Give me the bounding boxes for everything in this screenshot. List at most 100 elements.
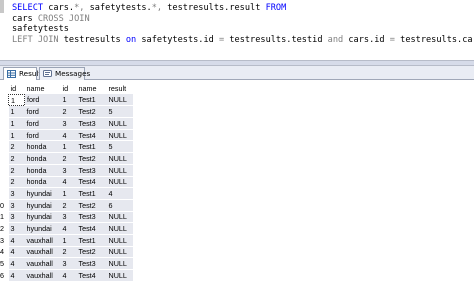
cell-result[interactable]: 5	[106, 140, 133, 154]
row-number[interactable]	[0, 152, 9, 165]
cell-name[interactable]: honda	[24, 176, 61, 189]
cell-test-name[interactable]: Test4	[76, 222, 107, 235]
results-grid[interactable]: id name id name result 1 ford 1 Test1 NULL 1 f…	[0, 80, 474, 282]
row-number[interactable]: 1	[0, 211, 9, 224]
row-number[interactable]	[0, 164, 9, 177]
cell-test-id[interactable]: 2	[60, 105, 77, 119]
cell-test-name[interactable]: Test3	[76, 211, 107, 224]
cell-test-name[interactable]: Test4	[76, 176, 107, 189]
cell-result[interactable]: NULL	[106, 234, 133, 247]
cell-name[interactable]: honda	[24, 164, 61, 177]
cell-test-name[interactable]: Test1	[76, 140, 107, 154]
cell-result[interactable]: NULL	[106, 176, 133, 189]
column-header-name[interactable]: name	[24, 83, 61, 95]
cell-result[interactable]: NULL	[106, 117, 133, 130]
cell-result[interactable]: NULL	[106, 211, 133, 224]
cell-test-name[interactable]: Test3	[76, 164, 107, 177]
cell-test-name[interactable]: Test4	[76, 269, 107, 282]
cell-result[interactable]: NULL	[106, 164, 133, 177]
cell-test-id[interactable]: 3	[60, 164, 77, 177]
cell-id[interactable]: 4	[8, 234, 25, 247]
tab-messages[interactable]: Messages	[39, 67, 90, 80]
row-number[interactable]	[0, 129, 9, 142]
cell-test-id[interactable]: 4	[60, 176, 77, 189]
cell-result[interactable]: 6	[106, 199, 133, 212]
table-row[interactable]: 0 3 hyundai 2 Test2 6	[0, 199, 133, 212]
cell-name[interactable]: ford	[24, 129, 61, 142]
table-row[interactable]: 2 honda 2 Test2 NULL	[0, 152, 133, 165]
row-number[interactable]	[0, 94, 9, 107]
row-number[interactable]: 2	[0, 222, 9, 235]
column-header-result[interactable]: result	[106, 83, 133, 95]
table-row[interactable]: 6 4 vauxhall 4 Test4 NULL	[0, 269, 133, 282]
cell-name[interactable]: honda	[24, 152, 61, 165]
cell-name[interactable]: vauxhall	[24, 257, 61, 270]
cell-id[interactable]: 1	[8, 93, 25, 107]
table-row[interactable]: 5 4 vauxhall 3 Test3 NULL	[0, 257, 133, 270]
cell-result[interactable]: NULL	[106, 222, 133, 235]
cell-test-id[interactable]: 3	[60, 211, 77, 224]
row-number[interactable]	[0, 176, 9, 189]
cell-test-name[interactable]: Test4	[76, 129, 107, 142]
cell-name[interactable]: hyundai	[24, 222, 61, 235]
cell-name[interactable]: vauxhall	[24, 269, 61, 282]
row-number[interactable]	[0, 105, 9, 119]
table-row[interactable]: 1 3 hyundai 3 Test3 NULL	[0, 211, 133, 224]
cell-name[interactable]: vauxhall	[24, 234, 61, 247]
table-row[interactable]: 3 hyundai 1 Test1 4	[0, 187, 133, 200]
cell-test-id[interactable]: 1	[60, 140, 77, 154]
cell-id[interactable]: 3	[8, 199, 25, 212]
tab-results[interactable]: Results	[3, 67, 45, 81]
row-number[interactable]: 4	[0, 246, 9, 259]
row-number[interactable]: 6	[0, 269, 9, 282]
cell-id[interactable]: 2	[8, 164, 25, 177]
cell-name[interactable]: honda	[24, 140, 61, 154]
cell-id[interactable]: 1	[8, 105, 25, 119]
cell-test-name[interactable]: Test3	[76, 257, 107, 270]
cell-name[interactable]: ford	[24, 117, 61, 130]
cell-name[interactable]: vauxhall	[24, 246, 61, 259]
cell-result[interactable]: NULL	[106, 246, 133, 259]
cell-name[interactable]: hyundai	[24, 211, 61, 224]
cell-test-id[interactable]: 4	[60, 129, 77, 142]
row-number[interactable]: 0	[0, 199, 9, 212]
cell-id[interactable]: 2	[8, 152, 25, 165]
row-number[interactable]	[0, 140, 9, 154]
cell-test-name[interactable]: Test1	[76, 234, 107, 247]
cell-id[interactable]: 1	[8, 129, 25, 142]
table-row[interactable]: 2 honda 4 Test4 NULL	[0, 176, 133, 189]
cell-test-name[interactable]: Test1	[76, 187, 107, 200]
cell-result[interactable]: 4	[106, 187, 133, 200]
cell-test-name[interactable]: Test1	[76, 94, 107, 107]
cell-id[interactable]: 3	[8, 211, 25, 224]
cell-test-name[interactable]: Test2	[76, 246, 107, 259]
column-header-name[interactable]: name	[76, 83, 107, 95]
cell-test-id[interactable]: 3	[60, 257, 77, 270]
cell-id[interactable]: 1	[8, 117, 25, 130]
cell-test-id[interactable]: 2	[60, 152, 77, 165]
cell-test-id[interactable]: 2	[60, 246, 77, 259]
cell-name[interactable]: ford	[24, 105, 61, 119]
row-number[interactable]: 5	[0, 257, 9, 270]
cell-name[interactable]: hyundai	[24, 199, 61, 212]
cell-result[interactable]: NULL	[106, 257, 133, 270]
table-row[interactable]: 1 ford 2 Test2 5	[0, 105, 133, 119]
cell-result[interactable]: NULL	[106, 269, 133, 282]
table-row[interactable]: 3 4 vauxhall 1 Test1 NULL	[0, 234, 133, 247]
cell-test-id[interactable]: 1	[60, 234, 77, 247]
table-row[interactable]: 2 3 hyundai 4 Test4 NULL	[0, 222, 133, 235]
cell-result[interactable]: NULL	[106, 94, 133, 107]
row-number[interactable]: 3	[0, 234, 9, 247]
cell-name[interactable]: ford	[24, 94, 61, 107]
cell-test-name[interactable]: Test2	[76, 105, 107, 119]
cell-id[interactable]: 3	[8, 222, 25, 235]
table-row[interactable]: 2 honda 1 Test1 5	[0, 140, 133, 154]
cell-result[interactable]: 5	[106, 105, 133, 119]
cell-test-id[interactable]: 4	[60, 222, 77, 235]
table-row[interactable]: 2 honda 3 Test3 NULL	[0, 164, 133, 177]
cell-test-id[interactable]: 4	[60, 269, 77, 282]
cell-test-name[interactable]: Test2	[76, 152, 107, 165]
sql-editor[interactable]: SELECT cars.*, safetytests.*, testresult…	[0, 0, 474, 60]
table-row[interactable]: 1 ford 4 Test4 NULL	[0, 129, 133, 142]
cell-id[interactable]: 2	[8, 140, 25, 154]
